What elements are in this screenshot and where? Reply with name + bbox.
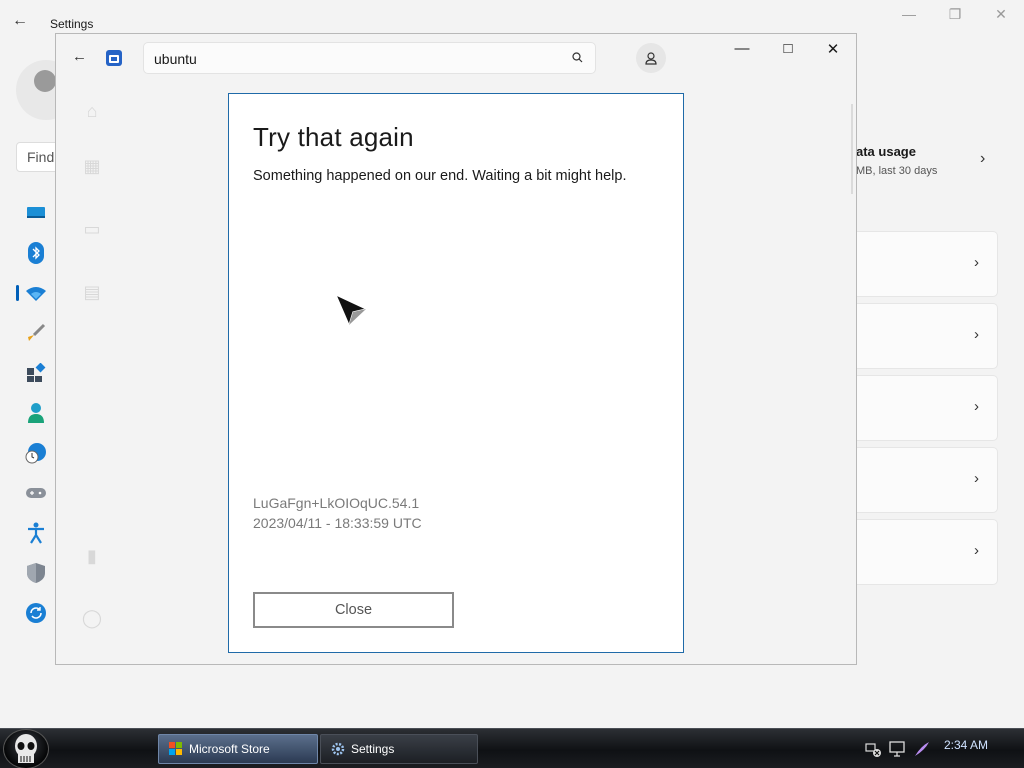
settings-card[interactable]: › (856, 519, 998, 585)
accessibility-icon[interactable] (24, 521, 48, 545)
chevron-right-icon: › (974, 542, 979, 559)
chevron-right-icon: › (974, 470, 979, 487)
display-icon[interactable] (888, 740, 906, 758)
movies-nav-icon[interactable]: ▤ (80, 282, 104, 306)
settings-card[interactable]: › (856, 375, 998, 441)
chevron-right-icon: › (974, 254, 979, 271)
bluetooth-icon[interactable] (24, 241, 48, 265)
account-avatar-button[interactable] (636, 43, 666, 73)
restore-icon[interactable]: ❐ (940, 6, 970, 23)
skull-logo-icon (15, 734, 37, 763)
taskbar-item-store[interactable]: Microsoft Store (158, 734, 318, 764)
start-button[interactable] (3, 729, 49, 768)
pen-feather-icon[interactable] (913, 740, 931, 758)
chevron-right-icon: › (974, 326, 979, 343)
store-icon (169, 742, 182, 755)
apps-icon[interactable] (24, 361, 48, 385)
help-icon[interactable]: ◯ (80, 608, 104, 632)
close-icon[interactable]: ✕ (820, 40, 846, 58)
privacy-shield-icon[interactable] (24, 561, 48, 585)
maximize-icon[interactable]: □ (775, 40, 801, 57)
data-usage-title: ata usage (856, 144, 916, 159)
search-icon[interactable] (572, 52, 583, 63)
person-icon (645, 52, 657, 65)
network-disconnected-icon[interactable] (864, 740, 882, 758)
settings-card[interactable]: › (856, 303, 998, 369)
settings-window-title: Settings (50, 17, 94, 31)
settings-card[interactable]: › (856, 447, 998, 513)
error-code: LuGaFgn+LkOIOqUC.54.1 (253, 495, 420, 511)
dialog-title: Try that again (253, 122, 414, 152)
minimize-icon[interactable]: — (894, 6, 924, 22)
store-search-box[interactable]: ubuntu (143, 42, 596, 74)
personalization-brush-icon[interactable] (24, 321, 48, 345)
apps-nav-icon[interactable]: ▦ (80, 156, 104, 180)
taskbar-clock[interactable]: 2:34 AM (944, 738, 988, 752)
home-icon[interactable]: ⌂ (80, 101, 104, 125)
store-logo-icon (106, 50, 122, 66)
windows-update-icon[interactable] (24, 601, 48, 625)
taskbar-item-settings[interactable]: Settings (320, 734, 478, 764)
nav-active-indicator (16, 285, 19, 301)
data-usage-item[interactable]: ata usage MB, last 30 days › (856, 140, 1006, 190)
dialog-message: Something happened on our end. Waiting a… (253, 168, 627, 184)
minimize-icon[interactable]: — (729, 40, 755, 57)
taskbar-item-label: Settings (351, 742, 395, 756)
chevron-right-icon: › (980, 150, 986, 167)
chevron-right-icon: › (974, 398, 979, 415)
taskbar-item-label: Microsoft Store (189, 742, 270, 756)
library-icon[interactable]: ▮ (80, 546, 104, 570)
back-arrow-icon[interactable]: ← (72, 48, 87, 65)
gaming-nav-icon[interactable]: ▭ (80, 219, 104, 243)
time-language-icon[interactable] (24, 441, 48, 465)
store-search-input[interactable]: ubuntu (154, 51, 197, 67)
system-icon[interactable] (24, 201, 48, 225)
data-usage-subtitle: MB, last 30 days (856, 165, 938, 177)
accounts-icon[interactable] (24, 401, 48, 425)
settings-card[interactable]: › (856, 231, 998, 297)
settings-titlebar: ← Settings — ❐ ✕ (0, 0, 1024, 34)
close-button[interactable]: Close (253, 592, 454, 628)
back-arrow-icon[interactable]: ← (12, 12, 28, 30)
taskbar: Microsoft Store Settings 2:34 AM (0, 728, 1024, 768)
scrollbar[interactable] (851, 104, 853, 194)
error-timestamp: 2023/04/11 - 18:33:59 UTC (253, 515, 422, 531)
gear-icon (331, 742, 345, 756)
wifi-icon[interactable] (24, 282, 48, 306)
error-dialog: Try that again Something happened on our… (228, 93, 684, 653)
mouse-cursor-icon (334, 293, 368, 327)
gaming-controller-icon[interactable] (24, 481, 48, 505)
close-icon[interactable]: ✕ (986, 6, 1016, 23)
